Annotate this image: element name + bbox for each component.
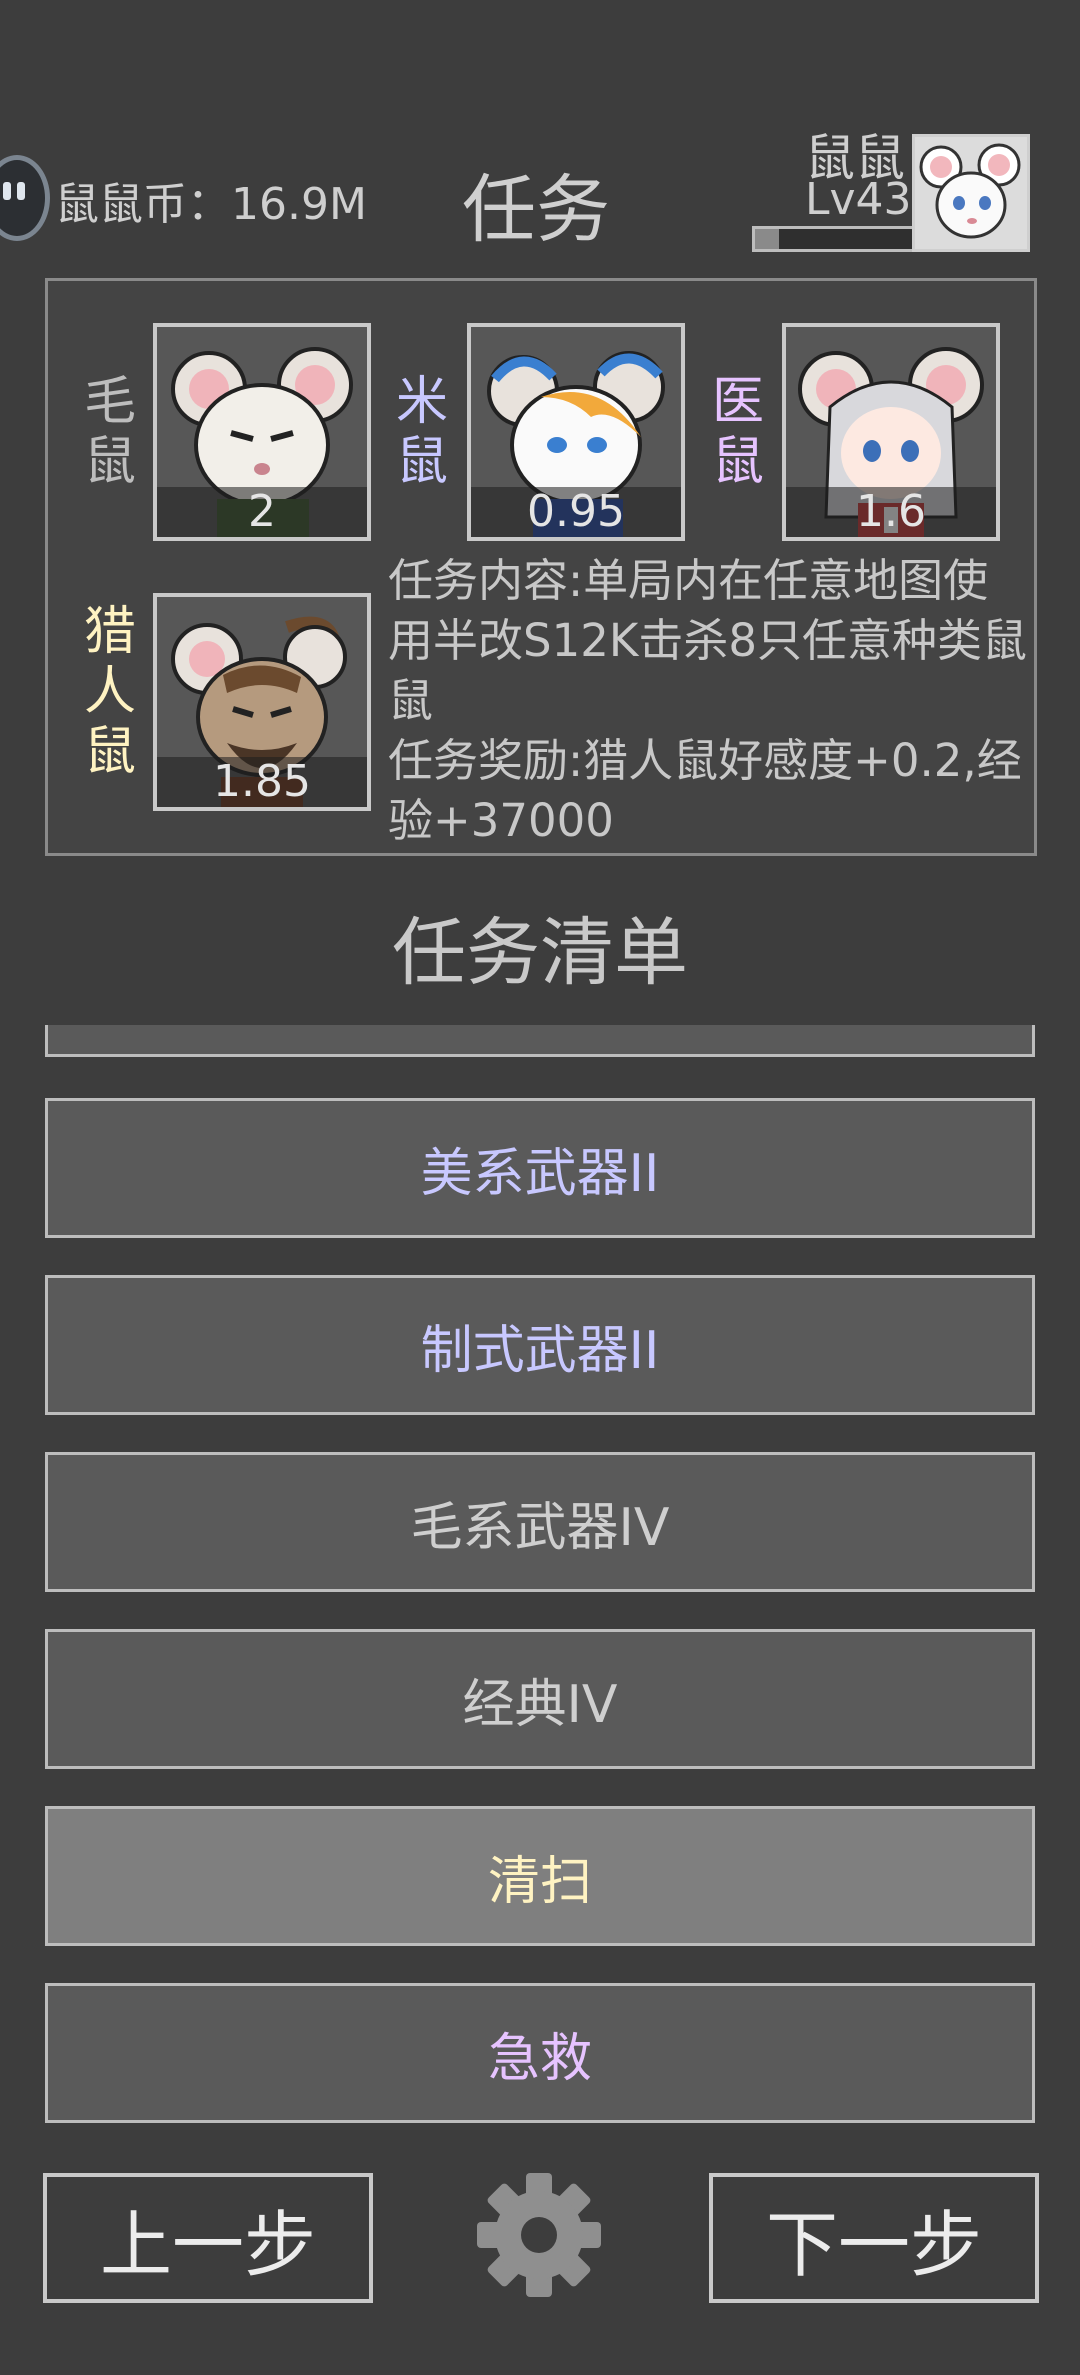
task-list[interactable]: 美系武器II 制式武器II 毛系武器IV 经典IV 清扫 急救 <box>45 1025 1035 2130</box>
task-item-label: 制式武器II <box>420 1320 660 1381</box>
page-title: 任务 <box>462 167 610 253</box>
character-name: 医鼠 <box>711 372 764 492</box>
next-step-button[interactable]: 下一步 <box>709 2173 1039 2303</box>
task-item[interactable]: 经典IV <box>45 1629 1035 1769</box>
character-portrait-mishu[interactable]: 0.95 <box>467 323 685 541</box>
task-item[interactable]: 制式武器II <box>45 1275 1035 1415</box>
task-item[interactable]: 毛系武器IV <box>45 1452 1035 1592</box>
task-item[interactable]: 急救 <box>45 1983 1035 2123</box>
character-portrait-maoshu[interactable]: 2 <box>153 323 371 541</box>
player-avatar[interactable] <box>912 134 1030 252</box>
gear-icon[interactable] <box>474 2170 604 2300</box>
task-item-label: 清扫 <box>487 1851 592 1912</box>
prev-step-button[interactable]: 上一步 <box>43 2173 373 2303</box>
affinity-value: 2 <box>157 487 367 537</box>
task-item[interactable] <box>45 1025 1035 1057</box>
character-name: 米鼠 <box>395 372 448 492</box>
task-item-selected[interactable]: 清扫 <box>45 1806 1035 1946</box>
player-level: Lv43 <box>805 174 912 225</box>
task-item-label: 急救 <box>487 2028 592 2089</box>
task-item-label: 美系武器II <box>420 1143 660 1204</box>
task-content: 任务内容:单局内在任意地图使用半改S12K击杀8只任意种类鼠鼠 <box>388 554 1027 727</box>
xp-bar <box>752 226 916 252</box>
character-name: 猎人鼠 <box>83 602 136 782</box>
character-portrait-lierenshu[interactable]: 1.85 <box>153 593 371 811</box>
affinity-value: 1.85 <box>157 757 367 807</box>
task-description: 任务内容:单局内在任意地图使用半改S12K击杀8只任意种类鼠鼠 任务奖励:猎人鼠… <box>388 551 1028 851</box>
task-reward: 任务奖励:猎人鼠好感度+0.2,经验+37000 <box>388 734 1022 847</box>
affinity-value: 1.6 <box>786 487 996 537</box>
character-portrait-yishu[interactable]: 1.6 <box>782 323 1000 541</box>
character-name: 毛鼠 <box>83 372 136 492</box>
task-item-label: 毛系武器IV <box>410 1497 670 1558</box>
task-item-label: 经典IV <box>462 1674 618 1735</box>
task-list-title: 任务清单 <box>392 910 688 996</box>
affinity-value: 0.95 <box>471 487 681 537</box>
task-item[interactable]: 美系武器II <box>45 1098 1035 1238</box>
xp-fill <box>755 229 779 249</box>
coin-balance: 鼠鼠币：16.9M <box>55 179 367 230</box>
coin-icon <box>0 155 50 241</box>
